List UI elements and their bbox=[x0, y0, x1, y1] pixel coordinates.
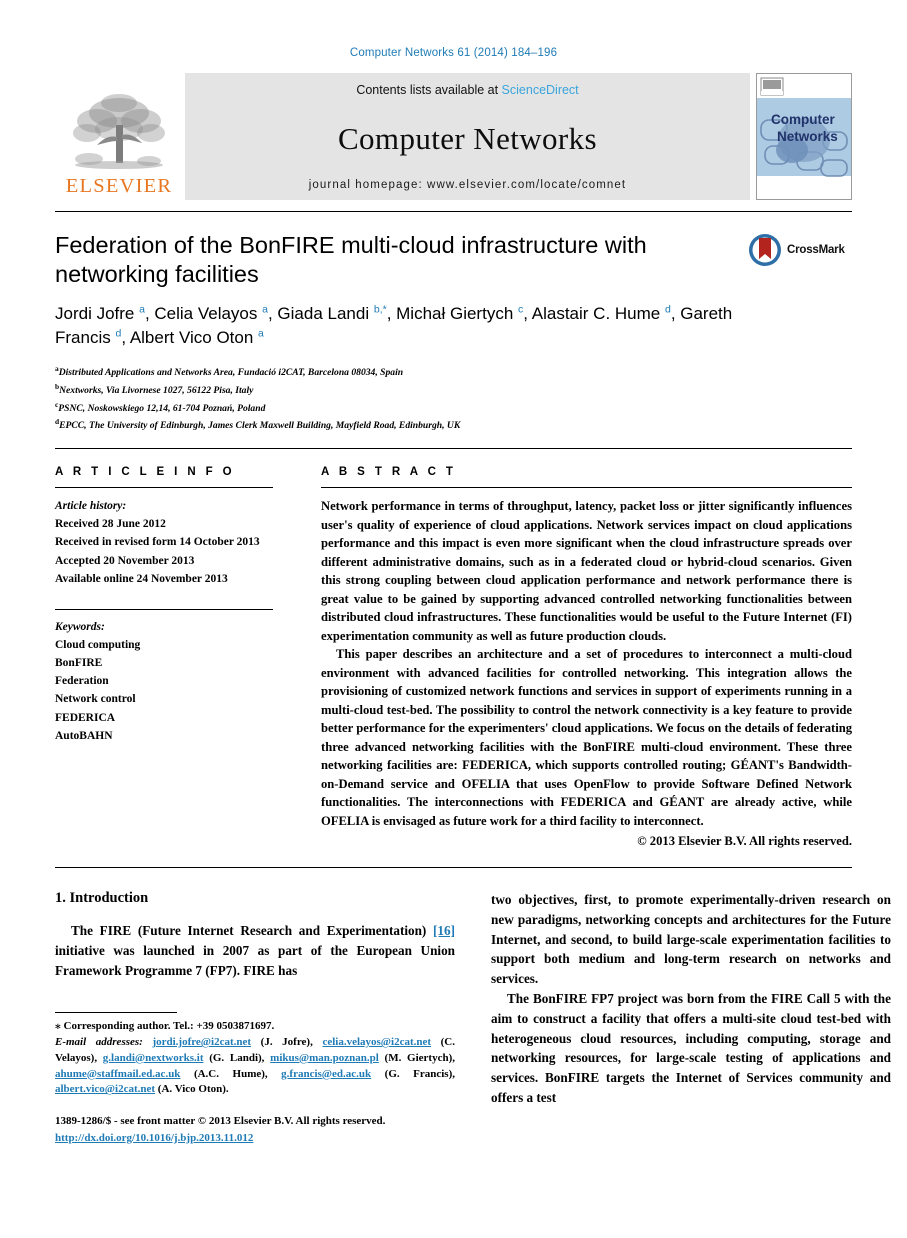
author-list: Jordi Jofre a, Celia Velayos a, Giada La… bbox=[55, 303, 733, 347]
citation-link-16[interactable]: [16] bbox=[433, 923, 455, 938]
email-owner: (A.C. Hume), bbox=[193, 1067, 268, 1080]
affiliations-list: aDistributed Applications and Networks A… bbox=[55, 363, 852, 434]
keywords-label: Keywords: bbox=[55, 620, 105, 633]
affiliation-text: Distributed Applications and Networks Ar… bbox=[58, 367, 404, 379]
divider-bottom bbox=[55, 867, 852, 869]
keywords-rule bbox=[55, 608, 273, 610]
keyword-item: Network control bbox=[55, 693, 136, 706]
sciencedirect-link[interactable]: ScienceDirect bbox=[502, 83, 579, 97]
article-info-column: A R T I C L E I N F O Article history: R… bbox=[55, 466, 273, 849]
intro-left-text: The FIRE (Future Internet Research and E… bbox=[55, 921, 455, 980]
abstract-rule bbox=[321, 487, 852, 489]
journal-band: Contents lists available at ScienceDirec… bbox=[185, 73, 750, 200]
abstract-column: A B S T R A C T Network performance in t… bbox=[321, 466, 852, 849]
footnote-text: ⁎ Corresponding author. Tel.: +39 050387… bbox=[55, 1019, 455, 1098]
section-heading-introduction: 1. Introduction bbox=[55, 890, 149, 907]
email-addresses-line: E-mail addresses: jordi.jofre@i2cat.net … bbox=[55, 1035, 455, 1098]
elsevier-logo: ELSEVIER bbox=[55, 73, 183, 200]
keyword-item: Cloud computing bbox=[55, 639, 141, 651]
history-item: Accepted 20 November 2013 bbox=[55, 554, 195, 567]
divider-mid bbox=[55, 448, 852, 450]
body-paragraph: two objectives, first, to promote experi… bbox=[491, 892, 891, 987]
running-head: Computer Networks 61 (2014) 184–196 bbox=[349, 47, 558, 59]
footnote-block: ⁎ Corresponding author. Tel.: +39 050387… bbox=[55, 1012, 455, 1098]
email-link[interactable]: jordi.jofre@i2cat.net bbox=[152, 1036, 251, 1048]
keyword-item: FEDERICA bbox=[55, 711, 116, 724]
email-owner: (M. Giertych), bbox=[384, 1051, 456, 1064]
corresponding-author-note: ⁎ Corresponding author. Tel.: +39 050387… bbox=[55, 1020, 275, 1033]
svg-text:Networks: Networks bbox=[777, 129, 838, 144]
info-abstract-area: A R T I C L E I N F O Article history: R… bbox=[55, 466, 852, 849]
history-item: Available online 24 November 2013 bbox=[55, 572, 228, 585]
paper-page: Computer Networks 61 (2014) 184–196 ELSE… bbox=[0, 0, 907, 1238]
journal-cover-thumbnail: Computer Networks bbox=[756, 73, 852, 200]
email-label: E-mail addresses: bbox=[55, 1035, 143, 1048]
elsevier-wordmark: ELSEVIER bbox=[65, 174, 173, 197]
crossmark-label: CrossMark bbox=[787, 244, 845, 256]
page-title: Federation of the BonFIRE multi-cloud in… bbox=[55, 232, 647, 287]
affiliation-item: cPSNC, Noskowskiego 12,14, 61-704 Poznań… bbox=[55, 399, 852, 417]
abstract-paragraph: Network performance in terms of throughp… bbox=[321, 499, 852, 643]
contents-prefix: Contents lists available at bbox=[356, 83, 502, 97]
cover-artwork: Computer Networks bbox=[757, 74, 851, 199]
history-item: Received 28 June 2012 bbox=[55, 518, 166, 531]
abstract-paragraph: This paper describes an architecture and… bbox=[321, 647, 852, 828]
keywords-list: Cloud computing BonFIRE Federation Netwo… bbox=[55, 636, 273, 745]
email-link[interactable]: ahume@staffmail.ed.ac.uk bbox=[55, 1068, 180, 1080]
title-block: Federation of the BonFIRE multi-cloud in… bbox=[55, 231, 852, 351]
body-column-left: 1. Introduction The FIRE (Future Interne… bbox=[55, 890, 455, 1108]
issn-copyright-line: 1389-1286/$ - see front matter © 2013 El… bbox=[55, 1115, 386, 1127]
affiliation-item: dEPCC, The University of Edinburgh, Jame… bbox=[55, 416, 852, 434]
journal-title: Computer Networks bbox=[337, 120, 598, 156]
intro-right-text: two objectives, first, to promote experi… bbox=[491, 890, 891, 1108]
keyword-item: BonFIRE bbox=[55, 657, 103, 670]
affiliation-text: EPCC, The University of Edinburgh, James… bbox=[59, 420, 461, 432]
article-info-heading: A R T I C L E I N F O bbox=[55, 466, 236, 479]
divider-top bbox=[55, 211, 852, 212]
email-link[interactable]: mikus@man.poznan.pl bbox=[270, 1052, 379, 1064]
svg-text:Computer: Computer bbox=[771, 112, 835, 127]
keyword-item: AutoBAHN bbox=[55, 729, 113, 742]
affiliation-text: Nextworks, Via Livornese 1027, 56122 Pis… bbox=[59, 384, 254, 396]
abstract-heading: A B S T R A C T bbox=[321, 466, 457, 479]
article-history-label: Article history: bbox=[55, 500, 127, 513]
affiliation-item: bNextworks, Via Livornese 1027, 56122 Pi… bbox=[55, 381, 852, 399]
affiliation-item: aDistributed Applications and Networks A… bbox=[55, 363, 852, 381]
footnote-rule bbox=[55, 1012, 177, 1014]
keywords-block: Keywords: Cloud computing BonFIRE Federa… bbox=[55, 608, 273, 745]
crossmark-icon bbox=[749, 234, 781, 266]
doi-link[interactable]: http://dx.doi.org/10.1016/j.bjp.2013.11.… bbox=[55, 1132, 253, 1144]
elsevier-tree-icon bbox=[73, 93, 165, 169]
intro-text-before-ref: The FIRE (Future Internet Research and E… bbox=[71, 923, 434, 939]
contents-available-line: Contents lists available at ScienceDirec… bbox=[356, 83, 578, 97]
crossmark-badge[interactable]: CrossMark bbox=[748, 231, 852, 269]
intro-text-after-ref: initiative was launched in 2007 as part … bbox=[55, 942, 455, 978]
abstract-copyright: © 2013 Elsevier B.V. All rights reserved… bbox=[637, 834, 852, 849]
abstract-body: Network performance in terms of throughp… bbox=[321, 497, 852, 830]
email-link[interactable]: g.landi@nextworks.it bbox=[103, 1052, 204, 1064]
body-columns: 1. Introduction The FIRE (Future Interne… bbox=[55, 890, 891, 1108]
info-rule bbox=[55, 487, 273, 489]
keyword-item: Federation bbox=[55, 675, 109, 688]
affiliation-text: PSNC, Noskowskiego 12,14, 61-704 Poznań,… bbox=[58, 402, 266, 414]
email-link[interactable]: albert.vico@i2cat.net bbox=[55, 1083, 155, 1095]
body-paragraph: The FIRE (Future Internet Research and E… bbox=[55, 921, 455, 980]
email-link[interactable]: celia.velayos@i2cat.net bbox=[322, 1036, 431, 1048]
email-owner: (J. Jofre), bbox=[260, 1035, 313, 1048]
body-column-right: two objectives, first, to promote experi… bbox=[491, 890, 891, 1108]
email-owner: (G. Francis), bbox=[384, 1067, 456, 1080]
email-link[interactable]: g.francis@ed.ac.uk bbox=[281, 1068, 371, 1080]
journal-homepage-line: journal homepage: www.elsevier.com/locat… bbox=[308, 179, 627, 191]
history-item: Received in revised form 14 October 2013 bbox=[55, 536, 260, 549]
email-owner: (G. Landi), bbox=[209, 1051, 265, 1064]
journal-masthead: ELSEVIER Contents lists available at Sci… bbox=[55, 73, 852, 200]
bottom-matter: 1389-1286/$ - see front matter © 2013 El… bbox=[55, 1113, 455, 1146]
article-history-list: Received 28 June 2012 Received in revise… bbox=[55, 515, 273, 588]
body-paragraph: The BonFIRE FP7 project was born from th… bbox=[491, 991, 891, 1106]
email-owner: (A. Vico Oton). bbox=[157, 1083, 229, 1096]
